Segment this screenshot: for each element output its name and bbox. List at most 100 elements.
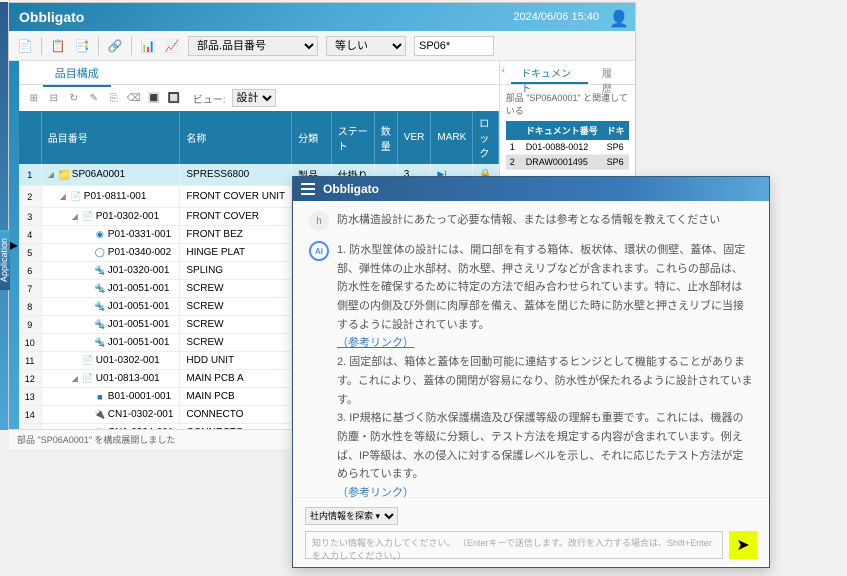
ai-message-row: AI 1. 防水型筐体の設計には、開口部を有する箱体、板状体、環状の側壁、蓋体、… <box>309 241 753 497</box>
user-icon[interactable]: 👤 <box>609 9 625 25</box>
tree-tool-6[interactable]: ⌫ <box>127 91 141 105</box>
operator-select[interactable]: 等しい <box>326 36 406 56</box>
cell-id: ■B01-0001-001 <box>41 388 180 406</box>
toolbar-icon-5[interactable]: 📈 <box>164 38 180 54</box>
item-type-icon: 🔌 <box>95 410 105 420</box>
search-scope-select[interactable]: 社内情報を探索 ▾ <box>305 507 398 525</box>
item-id: CN1-0304-001 <box>108 427 174 429</box>
user-avatar: h <box>309 211 329 231</box>
panel-collapse-bar[interactable]: ▸ <box>9 61 19 429</box>
cell-name: FRONT COVER UNIT <box>180 186 292 208</box>
item-type-icon: 📄 <box>71 192 81 202</box>
separator <box>98 37 99 55</box>
reference-link-1[interactable]: （参考リンク） <box>337 334 753 353</box>
item-type-icon: 🔩 <box>95 320 105 330</box>
col-ver[interactable]: VER <box>397 111 431 164</box>
chat-input[interactable]: 知りたい情報を入力してください。 （Enterキーで送信します。改行を入力する場… <box>305 531 723 559</box>
main-titlebar: Obbligato 2024/06/06 15:40 👤 <box>9 3 635 31</box>
field-select[interactable]: 部品.品目番号 <box>188 36 318 56</box>
cell-id: 🔌CN1-0304-001 <box>41 424 180 430</box>
cell-name: FRONT BEZ <box>180 226 292 244</box>
chat-body: h 防水構造設計にあたって必要な情報、または参考となる情報を教えてください AI… <box>293 201 769 497</box>
doc-row-k: SP6 <box>603 140 629 155</box>
col-qty[interactable]: 数量 <box>374 111 397 164</box>
item-id: J01-0320-001 <box>108 265 170 276</box>
separator <box>41 37 42 55</box>
item-type-icon: 🔩 <box>95 338 105 348</box>
doc-col-id[interactable]: ドキュメント番号 <box>522 121 603 140</box>
item-id: J01-0051-001 <box>108 301 170 312</box>
tree-expand-icon[interactable]: ◢ <box>48 170 56 179</box>
col-cat[interactable]: 分類 <box>292 111 332 164</box>
send-arrow-icon: ➤ <box>736 535 749 555</box>
datetime-label: 2024/06/06 15:40 <box>513 11 599 23</box>
doc-icon[interactable]: 📄 <box>17 38 33 54</box>
tree-tool-5[interactable]: ⎘ <box>107 91 121 105</box>
doc-row[interactable]: 1D01-0088-0012SP6 <box>506 140 629 155</box>
toolbar-icon-1[interactable]: 📋 <box>50 38 66 54</box>
tree-tool-8[interactable]: 🔲 <box>167 91 181 105</box>
col-name[interactable]: 名称 <box>180 111 292 164</box>
item-id: U01-0813-001 <box>96 373 160 384</box>
cell-name: CONNECTO <box>180 424 292 430</box>
doc-col-n <box>506 121 522 140</box>
doc-row-num: 1 <box>506 140 522 155</box>
cell-id: 🔩J01-0051-001 <box>41 334 180 352</box>
search-input[interactable] <box>414 36 494 56</box>
row-num: 1 <box>19 164 42 186</box>
doc-col-k[interactable]: ドキ <box>603 121 629 140</box>
toolbar-icon-2[interactable]: 📑 <box>74 38 90 54</box>
col-num <box>19 111 42 164</box>
row-num: 12 <box>19 370 42 388</box>
cell-id: 🔩J01-0051-001 <box>41 280 180 298</box>
item-id: CN1-0302-001 <box>108 409 174 420</box>
tree-tool-4[interactable]: ✎ <box>87 91 101 105</box>
ai-message-text: 1. 防水型筐体の設計には、開口部を有する箱体、板状体、環状の側壁、蓋体、固定部… <box>337 241 753 497</box>
item-id: J01-0051-001 <box>108 337 170 348</box>
tree-tool-3[interactable]: ↻ <box>67 91 81 105</box>
row-num: 8 <box>19 298 42 316</box>
cell-name: SCREW <box>180 298 292 316</box>
col-lock[interactable]: ロック <box>473 111 498 164</box>
reference-link-2[interactable]: （参考リンク） <box>337 484 753 497</box>
tab-bom[interactable]: 品目構成 <box>43 61 111 87</box>
row-num: 11 <box>19 352 42 370</box>
tab-document[interactable]: ドキュメント <box>511 61 588 84</box>
cell-name: SCREW <box>180 280 292 298</box>
app-sidebar-label[interactable]: Application <box>0 230 10 290</box>
ai-para-1: 1. 防水型筐体の設計には、開口部を有する箱体、板状体、環状の側壁、蓋体、固定部… <box>337 241 753 334</box>
tree-tool-2[interactable]: ⊟ <box>47 91 61 105</box>
hamburger-icon[interactable] <box>301 182 315 196</box>
doc-row[interactable]: 2DRAW0001495SP6 <box>506 155 629 170</box>
col-id[interactable]: 品目番号 <box>41 111 180 164</box>
cell-name: SPLING <box>180 262 292 280</box>
row-num: 2 <box>19 186 42 208</box>
tree-expand-icon[interactable]: ◢ <box>72 212 80 221</box>
view-select[interactable]: 設計 <box>232 89 276 107</box>
brand-label: Obbligato <box>19 9 513 25</box>
app-sidebar <box>0 2 8 430</box>
tree-tool-1[interactable]: ⊞ <box>27 91 41 105</box>
item-type-icon: 📄 <box>83 374 93 384</box>
toolbar-icon-3[interactable]: 🔗 <box>107 38 123 54</box>
item-id: P01-0331-001 <box>108 229 171 240</box>
tree-expand-icon[interactable]: ◢ <box>72 374 80 383</box>
tree-expand-icon[interactable]: ◢ <box>60 192 68 201</box>
tab-history[interactable]: 履歴 <box>592 61 631 84</box>
cell-name: MAIN PCB A <box>180 370 292 388</box>
doc-row-k: SP6 <box>603 155 629 170</box>
tree-tool-7[interactable]: 🔳 <box>147 91 161 105</box>
col-state[interactable]: ステート <box>331 111 374 164</box>
item-type-icon: ◯ <box>95 248 105 258</box>
toolbar-icon-4[interactable]: 📊 <box>140 38 156 54</box>
tab-prev-icon[interactable]: ‹ <box>500 61 507 84</box>
cell-id: ◢📄P01-0302-001 <box>41 208 180 226</box>
send-button[interactable]: ➤ <box>729 531 757 559</box>
item-type-icon: ◉ <box>95 230 105 240</box>
cell-id: ◢📄P01-0811-001 <box>41 186 180 208</box>
row-num: 7 <box>19 280 42 298</box>
col-mark[interactable]: MARK <box>431 111 473 164</box>
row-num: 4 <box>19 226 42 244</box>
cell-name: MAIN PCB <box>180 388 292 406</box>
cell-name: HDD UNIT <box>180 352 292 370</box>
